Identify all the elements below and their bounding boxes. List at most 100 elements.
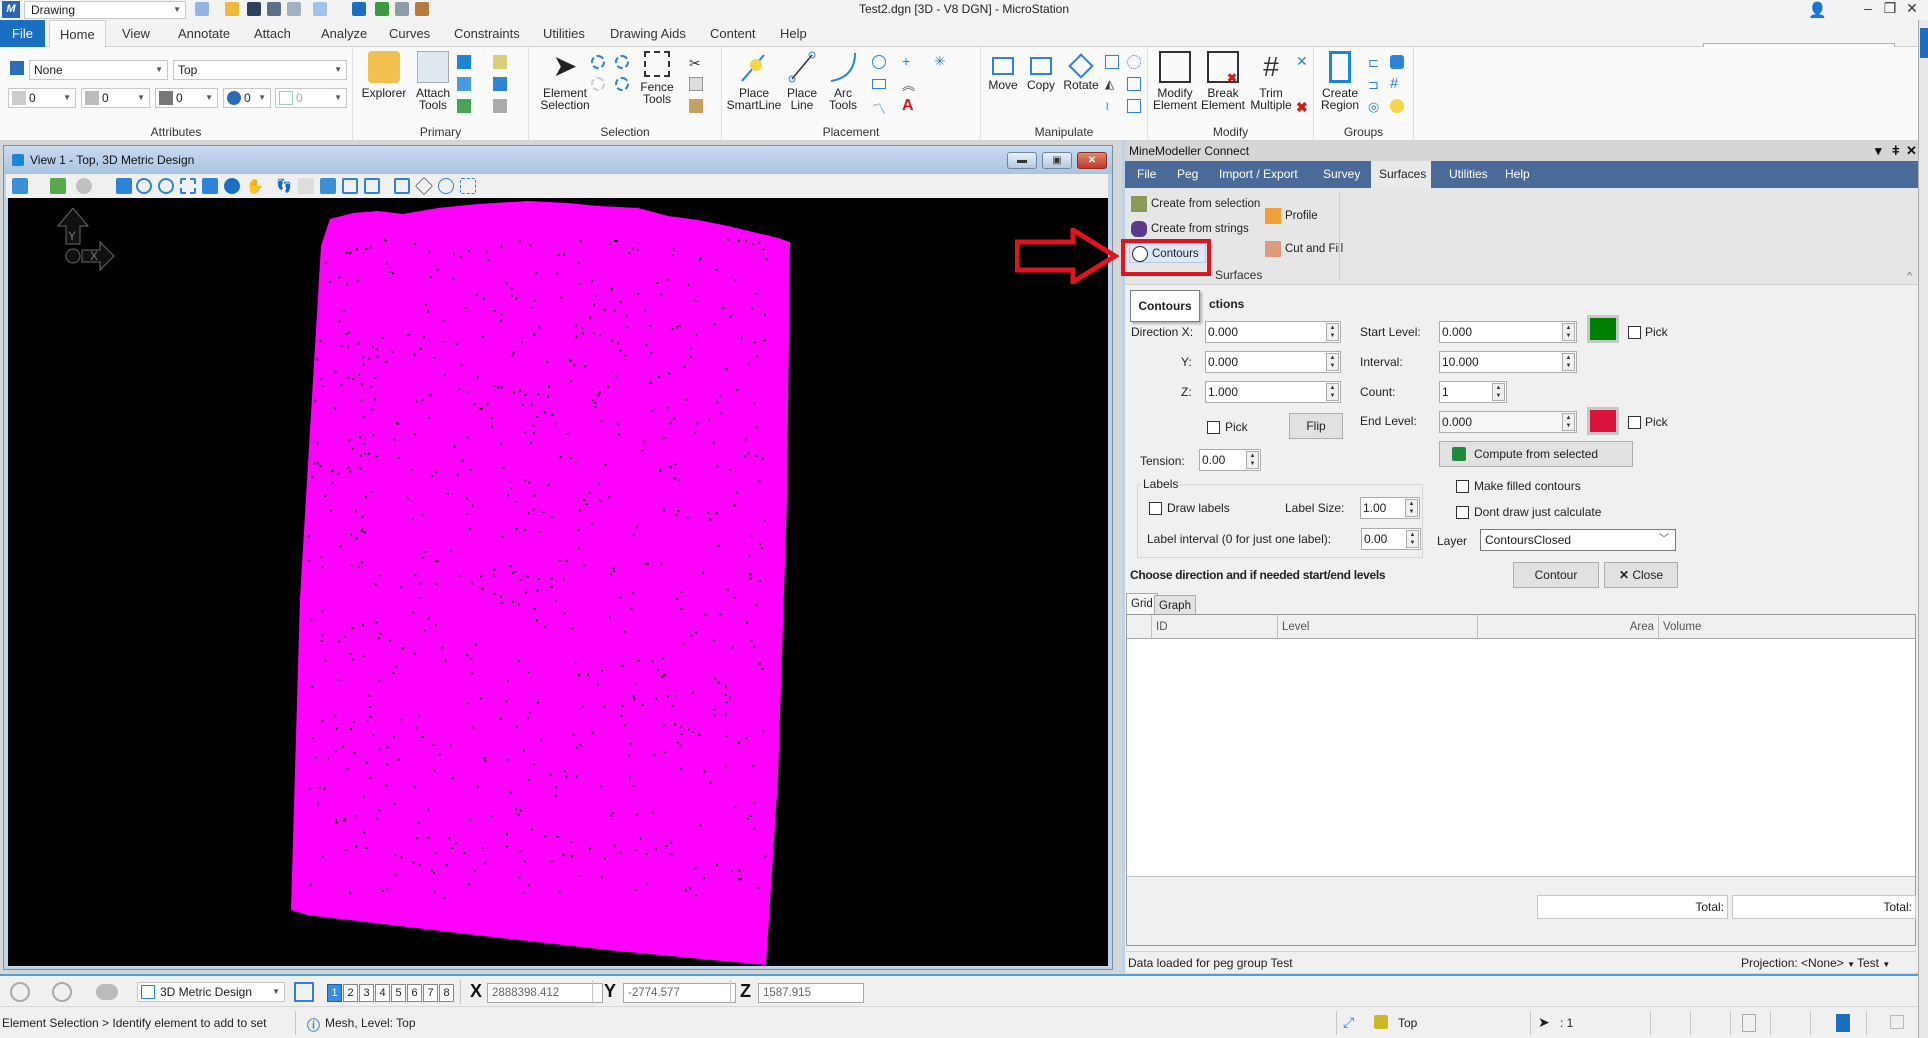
transparency-dropdown[interactable]: 0 ▼ (223, 88, 271, 108)
tab-content[interactable]: Content (700, 20, 766, 47)
label-size-input[interactable]: 1.00 ▲ ▼ (1360, 497, 1420, 519)
fly-icon[interactable] (298, 178, 314, 194)
create-from-strings-button[interactable]: Create from strings (1129, 219, 1249, 239)
rectangle-icon[interactable] (872, 79, 886, 89)
view-toggle-1[interactable]: 1 (327, 984, 342, 1002)
mm-tab-utilities[interactable]: Utilities (1441, 161, 1496, 188)
align-icon[interactable] (1127, 77, 1141, 91)
trim-multiple-button[interactable]: # Trim Multiple (1248, 51, 1294, 111)
rotate-button[interactable]: Rotate (1061, 51, 1101, 91)
panel-close-icon[interactable]: ✕ (1906, 141, 1917, 161)
copy-view-icon[interactable] (394, 178, 410, 194)
direction-z-input[interactable]: 1.000 ▲ ▼ (1205, 381, 1341, 403)
place-smartline-button[interactable]: Place SmartLine (726, 51, 782, 111)
x-coordinate-input[interactable]: 2888398.412 (487, 983, 603, 1003)
priority-dropdown[interactable]: 0 ▼ (275, 88, 347, 108)
make-filled-checkbox[interactable] (1456, 480, 1469, 493)
color-dropdown[interactable]: 0 ▼ (8, 88, 76, 108)
tab-help[interactable]: Help (770, 20, 817, 47)
view-minimize-button[interactable]: ▬ (1007, 152, 1037, 169)
mirror-icon[interactable]: ◭ (1105, 77, 1119, 91)
mm-tab-peg[interactable]: Peg (1169, 161, 1206, 188)
arc-tools-button[interactable]: Arc Tools (822, 51, 864, 111)
update-view-icon[interactable] (116, 178, 132, 194)
create-from-selection-button[interactable]: Create from selection (1129, 194, 1260, 214)
view-toggle-2[interactable]: 2 (343, 984, 358, 1002)
tab-utilities[interactable]: Utilities (533, 20, 595, 47)
lightbulb-icon[interactable] (1390, 99, 1404, 113)
view-canvas[interactable]: Y X (8, 198, 1108, 966)
notifications-icon[interactable] (1890, 1015, 1904, 1029)
tab-curves[interactable]: Curves (379, 20, 440, 47)
spinner-icon[interactable]: ▲ ▼ (1562, 323, 1575, 341)
levels-icon[interactable] (457, 99, 471, 113)
right-scrollbar[interactable] (1918, 20, 1928, 1038)
line-style-dropdown[interactable]: 0 ▼ (81, 88, 150, 108)
window-area-icon[interactable] (180, 178, 196, 194)
place-line-button[interactable]: Place Line (782, 51, 822, 111)
zoom-in-icon[interactable] (136, 178, 152, 194)
tab-drawing-aids[interactable]: Drawing Aids (600, 20, 696, 47)
view-toggle-3[interactable]: 3 (359, 984, 374, 1002)
close-icon[interactable]: ✕ (1902, 0, 1922, 17)
design-history-icon[interactable] (1836, 1014, 1850, 1032)
mm-tab-survey[interactable]: Survey (1315, 161, 1368, 188)
tab-constraints[interactable]: Constraints (444, 20, 530, 47)
intersect-icon[interactable]: ✕ (1296, 53, 1310, 69)
view-toggle-7[interactable]: 7 (423, 984, 438, 1002)
delete-icon[interactable]: ✖ (1296, 99, 1310, 115)
z-coordinate-input[interactable]: 1587.915 (758, 983, 864, 1003)
view-toggle-5[interactable]: 5 (391, 984, 406, 1002)
stretch-icon[interactable]: ≀ (1105, 99, 1119, 113)
dont-draw-checkbox[interactable] (1456, 506, 1469, 519)
count-input[interactable]: 1 ▲ ▼ (1439, 381, 1507, 403)
group-icon[interactable]: ⊏ (1368, 55, 1382, 70)
line-weight-dropdown[interactable]: 0 ▼ (155, 88, 218, 108)
spinner-icon[interactable]: ▲ ▼ (1406, 530, 1419, 548)
minimize-icon[interactable]: – (1858, 0, 1878, 16)
cut-icon[interactable]: ✂ (689, 55, 703, 71)
spinner-icon[interactable]: ▲ ▼ (1326, 353, 1339, 371)
level-display-icon[interactable] (10, 61, 24, 75)
display-style-icon[interactable] (50, 178, 66, 194)
next-view-arrow-icon[interactable] (364, 178, 380, 194)
view-set-dropdown[interactable]: 3D Metric Design ▼ (137, 982, 285, 1002)
paste-icon[interactable] (689, 99, 703, 113)
mesh-polygon[interactable] (291, 201, 790, 965)
view-toggle-6[interactable]: 6 (407, 984, 422, 1002)
mm-tab-import-export[interactable]: Import / Export (1211, 161, 1306, 188)
message-center-icon[interactable] (1742, 1014, 1756, 1032)
saved-view-icon[interactable] (96, 984, 118, 1000)
grid-body[interactable] (1127, 639, 1915, 877)
target-icon[interactable]: ◎ (1368, 99, 1382, 114)
cut-and-fill-button[interactable]: Cut and Fill (1263, 239, 1343, 259)
column-header-area[interactable]: Area (1477, 615, 1658, 639)
tab-analyze[interactable]: Analyze (311, 20, 377, 47)
models-icon[interactable] (457, 55, 471, 69)
end-color-swatch[interactable] (1587, 407, 1619, 435)
direction-y-input[interactable]: 0.000 ▲ ▼ (1205, 351, 1341, 373)
column-header-level[interactable]: Level (1277, 615, 1477, 639)
y-coordinate-input[interactable]: -2774.577 (623, 983, 736, 1003)
back-icon[interactable] (10, 982, 30, 1002)
projection-dropdown[interactable]: Projection: <None> ▼ (1741, 952, 1855, 976)
selection-cursor-icon[interactable]: ➤ (1538, 1014, 1552, 1030)
view-maximize-button[interactable]: ▣ (1042, 152, 1072, 169)
peg-group-dropdown[interactable]: Test ▼ (1857, 952, 1890, 976)
fit-view-icon[interactable] (202, 178, 218, 194)
view-attributes-icon[interactable] (12, 178, 28, 194)
spinner-icon[interactable]: ▲ ▼ (1562, 413, 1575, 431)
lock-icon[interactable] (615, 55, 629, 69)
tab-home[interactable]: Home (49, 20, 106, 48)
zoom-out-icon[interactable] (158, 178, 174, 194)
break-element-button[interactable]: ✖ Break Element (1200, 51, 1246, 111)
view-toggle-4[interactable]: 4 (375, 984, 390, 1002)
create-region-button[interactable]: Create Region (1318, 51, 1362, 111)
array-icon[interactable] (1127, 55, 1141, 69)
contour-button[interactable]: Contour (1513, 562, 1599, 588)
spinner-icon[interactable]: ▲ ▼ (1562, 353, 1575, 371)
mm-tab-surfaces[interactable]: Surfaces (1371, 161, 1431, 188)
start-level-input[interactable]: 0.000 ▲ ▼ (1439, 321, 1577, 343)
spinner-icon[interactable]: ▲ ▼ (1326, 323, 1339, 341)
curve-icon[interactable]: 〽 (872, 99, 886, 117)
